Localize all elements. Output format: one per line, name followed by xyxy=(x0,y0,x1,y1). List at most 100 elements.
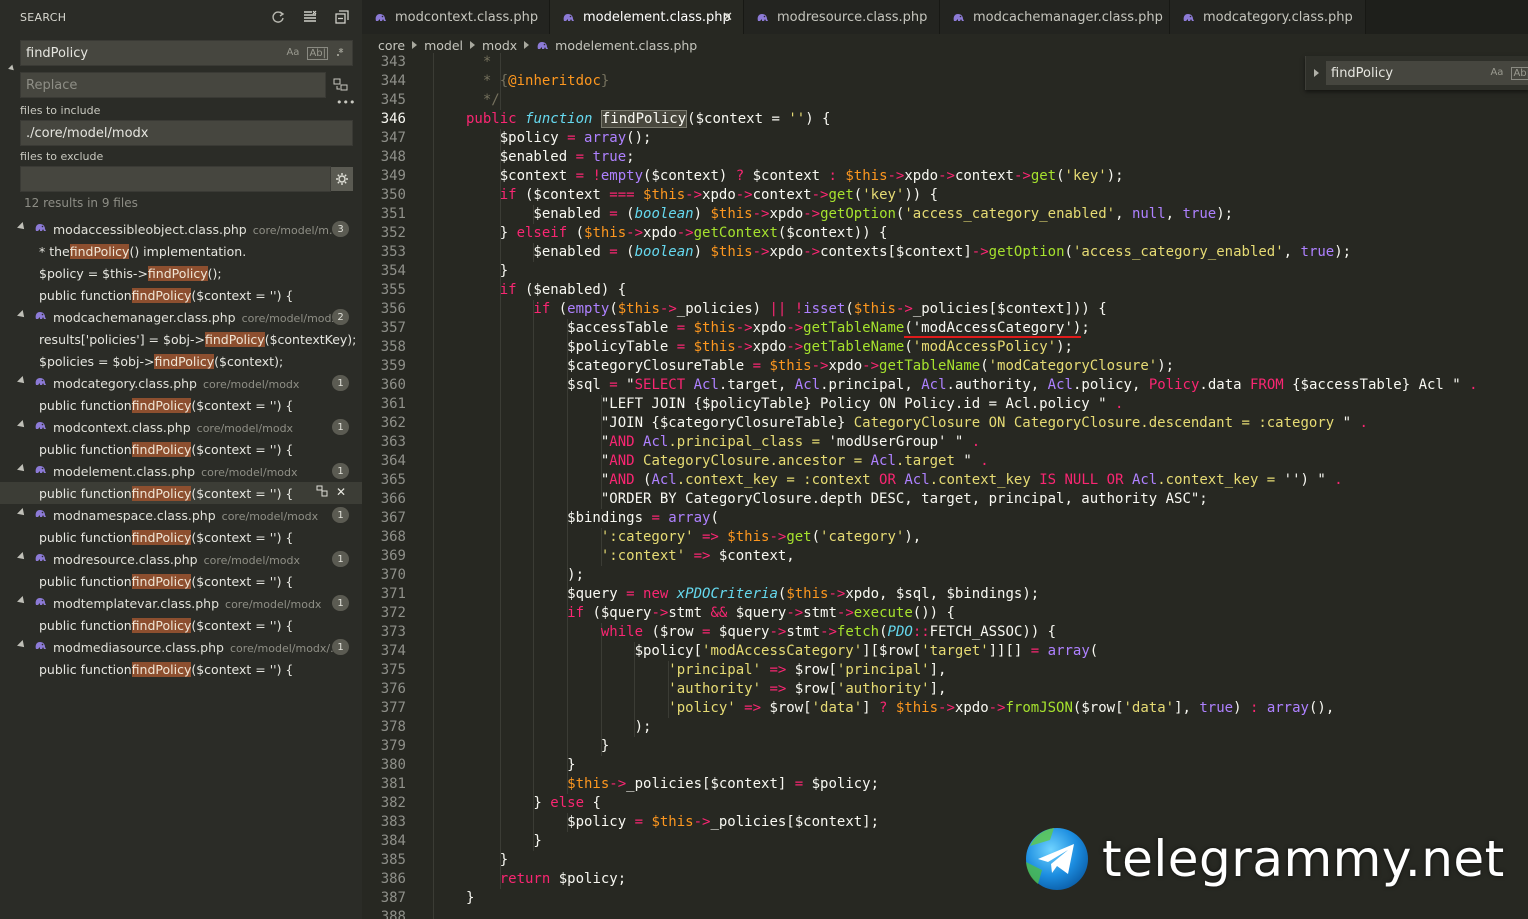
indent-guide xyxy=(433,395,434,414)
indent-guide xyxy=(433,908,434,919)
replace-all-icon[interactable] xyxy=(333,78,349,95)
match-row[interactable]: public function findPolicy ($context = ''… xyxy=(0,614,362,636)
code-token: === xyxy=(609,187,635,203)
match-row[interactable]: results['policies'] = $obj-> findPolicy ($… xyxy=(0,328,362,350)
twistie-icon[interactable] xyxy=(17,596,27,606)
twistie-icon[interactable] xyxy=(17,640,27,650)
toggle-replace-icon[interactable] xyxy=(8,64,16,73)
code-token: $row[ xyxy=(786,662,837,678)
file-result-row[interactable]: modcontext.class.php core/model/modx 1 xyxy=(0,416,362,438)
replace-input[interactable]: Replace xyxy=(20,72,326,98)
file-result-row[interactable]: modnamespace.class.php core/model/modx 1 xyxy=(0,504,362,526)
match-row[interactable]: public function findPolicy ($context = ''… xyxy=(0,658,362,680)
use-exclude-settings-icon[interactable] xyxy=(331,167,353,191)
match-row[interactable]: public function findPolicy ($context = ''… xyxy=(0,570,362,592)
line-number: 346 xyxy=(380,111,406,127)
dismiss-icon[interactable]: ✕ xyxy=(336,485,346,500)
code-token: ! xyxy=(786,301,804,317)
code-line: 362 "JOIN {$categoryClosureTable} Catego… xyxy=(362,414,1528,433)
indent-guide xyxy=(433,110,434,129)
twistie-icon[interactable] xyxy=(17,376,27,386)
code-token: . xyxy=(1460,377,1478,393)
line-number: 366 xyxy=(380,491,406,507)
twistie-icon[interactable] xyxy=(17,222,27,232)
breadcrumb-item[interactable]: modx xyxy=(482,38,517,53)
breadcrumb-item[interactable]: modelement.class.php xyxy=(555,38,697,53)
match-pre: public function xyxy=(39,573,132,589)
code-line: 352 } elseif ($this->xpdo->getContext($c… xyxy=(362,224,1528,243)
file-result-row[interactable]: modaccessibleobject.class.php core/model/… xyxy=(0,218,362,240)
match-row[interactable]: public function findPolicy ($context = ''… xyxy=(0,284,362,306)
twistie-icon[interactable] xyxy=(17,508,27,518)
search-input[interactable]: findPolicy Aa Ab| xyxy=(20,40,353,66)
twistie-icon[interactable] xyxy=(17,310,27,320)
file-result-row[interactable]: modcategory.class.php core/model/modx 1 xyxy=(0,372,362,394)
file-result-row[interactable]: modcachemanager.class.php core/model/modx… xyxy=(0,306,362,328)
match-row[interactable]: public function findPolicy ($context = ''… xyxy=(0,482,362,504)
code-token: $accessTable xyxy=(466,320,677,336)
clear-results-icon[interactable] xyxy=(302,9,318,25)
more-options-icon[interactable]: ••• xyxy=(336,96,355,109)
code-token: fetch xyxy=(836,624,880,640)
twistie-icon[interactable] xyxy=(17,464,27,474)
code-token: } xyxy=(466,890,475,906)
twistie-icon[interactable] xyxy=(17,552,27,562)
indent-guide xyxy=(433,471,434,490)
match-post: ($context = '') { xyxy=(191,661,294,677)
code-text: * {@inheritdoc} xyxy=(466,72,609,91)
code-token: . xyxy=(1106,396,1124,412)
tab-modcategory-class-php[interactable]: modcategory.class.php xyxy=(1170,0,1366,34)
file-result-row[interactable]: modresource.class.php core/model/modx 1 xyxy=(0,548,362,570)
match-row[interactable]: public function findPolicy ($context = ''… xyxy=(0,438,362,460)
code-token: $this xyxy=(685,320,736,336)
replace-icon[interactable] xyxy=(316,485,328,500)
code-token: $query xyxy=(727,605,787,621)
close-tab-icon[interactable]: ✕ xyxy=(722,10,733,25)
toggle-replace-icon[interactable] xyxy=(1314,69,1319,77)
code-line: 376 'authority' => $row['authority'], xyxy=(362,680,1528,699)
code-token: ( xyxy=(567,225,585,241)
code-line: 373 while ($row = $query->stmt->fetch(PD… xyxy=(362,623,1528,642)
code-token: xpdo xyxy=(769,206,804,222)
code-token: xpdo xyxy=(954,700,989,716)
match-case-icon[interactable]: Aa xyxy=(1490,67,1503,80)
match-row[interactable]: public function findPolicy ($context = ''… xyxy=(0,394,362,416)
breadcrumb-item[interactable]: core xyxy=(378,38,405,53)
files-exclude-input[interactable] xyxy=(20,166,331,192)
match-row[interactable]: $policy = $this-> findPolicy (); xyxy=(0,262,362,284)
collapse-all-icon[interactable] xyxy=(334,9,350,25)
refresh-icon[interactable] xyxy=(270,9,286,25)
tab-modcachemanager-class-php[interactable]: modcachemanager.class.php xyxy=(940,0,1170,34)
file-name-label: modmediasource.class.php xyxy=(53,639,224,655)
indent-guide xyxy=(433,414,434,433)
code-token: $policy[ xyxy=(466,643,703,659)
whole-word-icon[interactable]: Ab| xyxy=(1511,66,1528,80)
breadcrumb-item[interactable]: model xyxy=(424,38,463,53)
tab-modcontext-class-php[interactable]: modcontext.class.php xyxy=(362,0,550,34)
code-token: ( xyxy=(617,206,635,222)
code-text: if ($enabled) { xyxy=(466,281,626,300)
file-result-row[interactable]: modmediasource.class.php core/model/modx/… xyxy=(0,636,362,658)
regex-icon[interactable] xyxy=(336,47,346,60)
whole-word-icon[interactable]: Ab| xyxy=(307,46,328,60)
tab-modelement-class-php[interactable]: modelement.class.php ✕ xyxy=(550,0,744,34)
code-token: $this xyxy=(617,301,660,317)
match-case-icon[interactable]: Aa xyxy=(286,47,299,60)
match-count-badge: 1 xyxy=(332,507,349,523)
match-row[interactable]: public function findPolicy ($context = ''… xyxy=(0,526,362,548)
match-row[interactable]: * the findPolicy() implementation. xyxy=(0,240,362,262)
match-row[interactable]: $policies = $obj-> findPolicy ($context); xyxy=(0,350,362,372)
code-token: => xyxy=(735,700,762,716)
tab-modresource-class-php[interactable]: modresource.class.php xyxy=(744,0,940,34)
code-token: array xyxy=(575,130,627,146)
code-area[interactable]: 343 * 344 * {@inheritdoc} 345 */346 public … xyxy=(362,53,1528,919)
find-widget-input[interactable]: findPolicy Aa Ab| xyxy=(1326,61,1528,85)
files-include-input[interactable]: ./core/model/modx xyxy=(20,120,353,146)
file-result-row[interactable]: modelement.class.php core/model/modx 1 xyxy=(0,460,362,482)
file-result-row[interactable]: modtemplatevar.class.php core/model/modx 1 xyxy=(0,592,362,614)
code-token: _policies) xyxy=(676,301,770,317)
code-token: boolean xyxy=(634,206,694,222)
code-token: ); xyxy=(466,719,652,735)
twistie-icon[interactable] xyxy=(17,420,27,430)
code-token: $row[ xyxy=(761,700,812,716)
